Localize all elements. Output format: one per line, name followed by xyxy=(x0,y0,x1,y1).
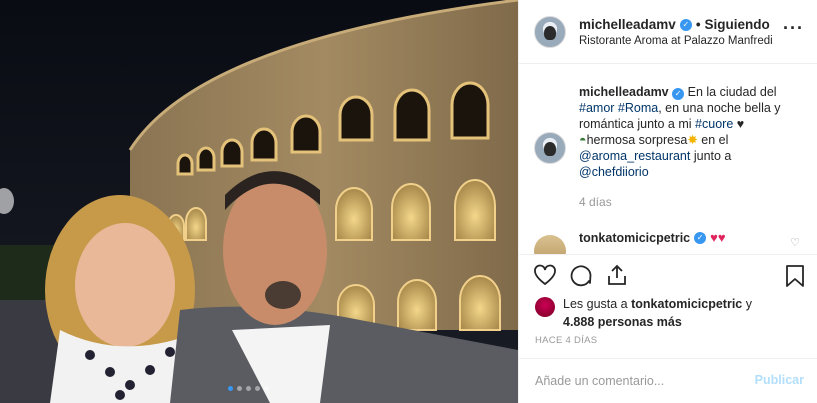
likes-summary: Les gusta a tonkatomicicpetric y 4.888 p… xyxy=(535,295,783,331)
comment-composer: Publicar xyxy=(519,358,817,403)
hashtag-amor[interactable]: #amor xyxy=(579,101,614,115)
comment-row: tonkatomicicpetric ✓ ♥♥ xyxy=(579,230,726,245)
sparkle-emoji-icon: ✸ xyxy=(687,133,698,147)
mention-restaurant[interactable]: @aroma_restaurant xyxy=(579,149,690,163)
author-avatar[interactable] xyxy=(534,16,566,48)
comment-input[interactable] xyxy=(535,371,735,391)
caption-time[interactable]: 4 días xyxy=(579,195,612,209)
following-button[interactable]: Siguiendo xyxy=(705,17,770,32)
carousel-dot-active xyxy=(228,386,233,391)
colosseum-selfie-image xyxy=(0,0,518,403)
carousel-dot xyxy=(237,386,242,391)
red-hearts-emoji-icon: ♥♥ xyxy=(710,230,726,245)
comment-like-heart-icon[interactable]: ♡ xyxy=(790,236,800,249)
separator-dot: • xyxy=(695,17,701,32)
caption-text: En la ciudad del xyxy=(687,85,777,99)
verified-badge-icon: ✓ xyxy=(672,88,685,100)
likes-suffix: y xyxy=(745,297,752,311)
author-row: michelleadamv ✓ • Siguiendo xyxy=(579,17,770,32)
black-heart-emoji-icon: ♥ xyxy=(736,117,745,131)
bookmark-icon[interactable] xyxy=(784,264,806,288)
likes-count[interactable]: 4.888 personas más xyxy=(563,315,682,329)
post-header: michelleadamv ✓ • Siguiendo Ristorante A… xyxy=(519,0,817,64)
caption-text: junto a xyxy=(693,149,732,163)
comments-section: michelleadamv ✓ En la ciudad del #amor #… xyxy=(519,64,817,254)
liker-username[interactable]: tonkatomicicpetric xyxy=(631,297,742,311)
likes-text: Les gusta a tonkatomicicpetric y 4.888 p… xyxy=(563,295,783,331)
hashtag-roma[interactable]: #Roma xyxy=(618,101,658,115)
sunglasses-emoji-icon: ◓ xyxy=(579,133,587,147)
share-icon[interactable] xyxy=(605,263,629,287)
verified-badge-icon: ✓ xyxy=(694,231,707,244)
comment-bubble-icon[interactable] xyxy=(569,263,593,287)
hashtag-cuore[interactable]: #cuore xyxy=(695,117,733,131)
post-caption: michelleadamv ✓ En la ciudad del #amor #… xyxy=(579,84,799,180)
post-photo[interactable] xyxy=(0,0,518,403)
post-side-panel: michelleadamv ✓ • Siguiendo Ristorante A… xyxy=(518,0,817,403)
carousel-dot xyxy=(246,386,251,391)
carousel-indicators xyxy=(228,386,269,391)
post-location[interactable]: Ristorante Aroma at Palazzo Manfredi xyxy=(579,35,773,47)
commenter-username[interactable]: tonkatomicicpetric xyxy=(579,231,690,245)
post-timestamp[interactable]: HACE 4 DÍAS xyxy=(535,335,597,346)
author-username[interactable]: michelleadamv xyxy=(579,17,676,32)
caption-text: hermosa sorpresa xyxy=(586,133,688,147)
verified-badge-icon: ✓ xyxy=(679,18,692,31)
action-icons xyxy=(533,263,629,287)
mention-chef[interactable]: @chefdiiorio xyxy=(579,165,649,179)
caption-username[interactable]: michelleadamv xyxy=(579,85,669,99)
like-heart-icon[interactable] xyxy=(533,263,557,287)
liker-avatar[interactable] xyxy=(535,297,555,317)
caption-text: en el xyxy=(701,133,729,147)
post-actions: Les gusta a tonkatomicicpetric y 4.888 p… xyxy=(519,254,817,366)
commenter-avatar[interactable] xyxy=(534,235,566,254)
likes-prefix: Les gusta a xyxy=(563,297,628,311)
carousel-dot xyxy=(264,386,269,391)
caption-author-avatar[interactable] xyxy=(534,132,566,164)
carousel-dot xyxy=(255,386,260,391)
instagram-post: michelleadamv ✓ • Siguiendo Ristorante A… xyxy=(0,0,817,403)
ellipsis-icon[interactable]: ··· xyxy=(783,19,804,37)
publish-button[interactable]: Publicar xyxy=(755,373,804,387)
